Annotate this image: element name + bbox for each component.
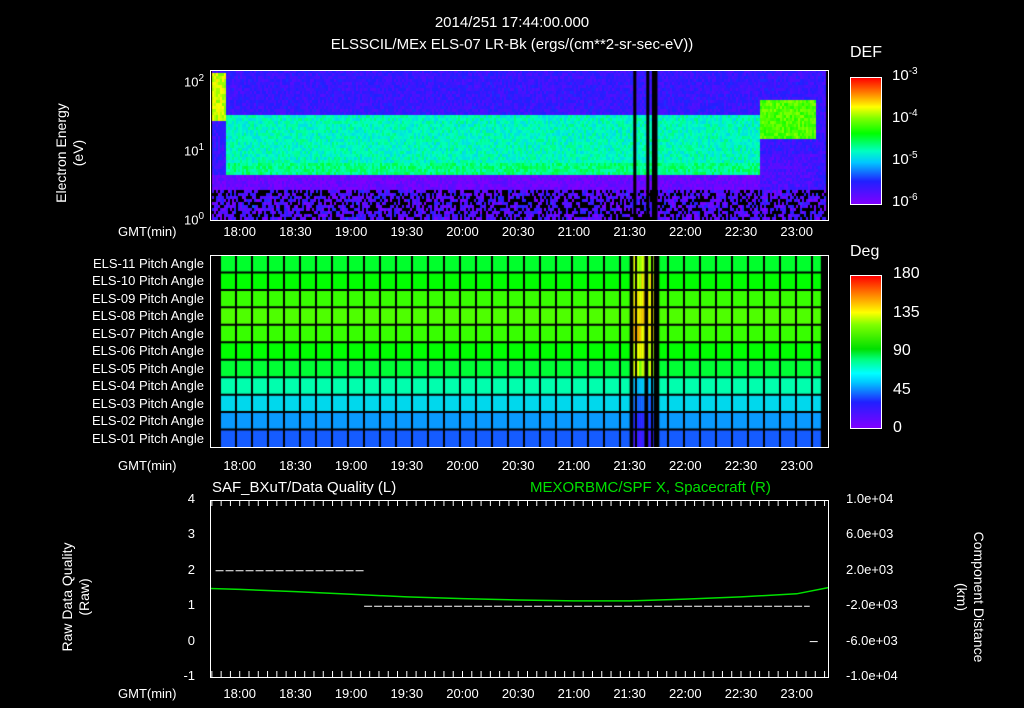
time-tick-label: 21:00 — [557, 686, 591, 701]
time-tick-label: 19:00 — [334, 686, 368, 701]
right-axis-tick-label: -6.0e+03 — [846, 632, 898, 648]
left-axis-tick-label: 3 — [187, 526, 195, 542]
time-tick-label: 21:30 — [613, 686, 646, 701]
time-tick-label: 18:00 — [223, 686, 256, 701]
time-tick-label: 18:30 — [279, 686, 312, 701]
left-axis-tick-label: -1 — [183, 668, 195, 683]
time-axis-label: GMT(min) — [118, 686, 177, 701]
left-axis-tick-label: 0 — [187, 632, 195, 648]
time-tick-label: 19:30 — [390, 686, 424, 701]
left-axis-tick-label: 2 — [187, 561, 195, 577]
time-tick-label: 22:00 — [669, 686, 702, 701]
time-tick-label: 20:00 — [446, 686, 479, 701]
time-tick-label: 23:00 — [780, 686, 813, 701]
time-tick-label: 22:30 — [724, 686, 758, 701]
right-axis-tick-label: 6.0e+03 — [846, 526, 894, 542]
left-axis-tick-label: 1 — [187, 597, 195, 613]
right-axis-tick-label: -2.0e+03 — [846, 597, 898, 613]
line-plot-frame — [210, 500, 829, 678]
time-tick-label: 20:30 — [501, 686, 535, 701]
right-axis-tick-label: -1.0e+04 — [846, 668, 898, 683]
left-axis-tick-label: 4 — [187, 491, 195, 506]
right-axis-tick-label: 1.0e+04 — [846, 491, 894, 506]
right-axis-tick-label: 2.0e+03 — [846, 561, 894, 577]
